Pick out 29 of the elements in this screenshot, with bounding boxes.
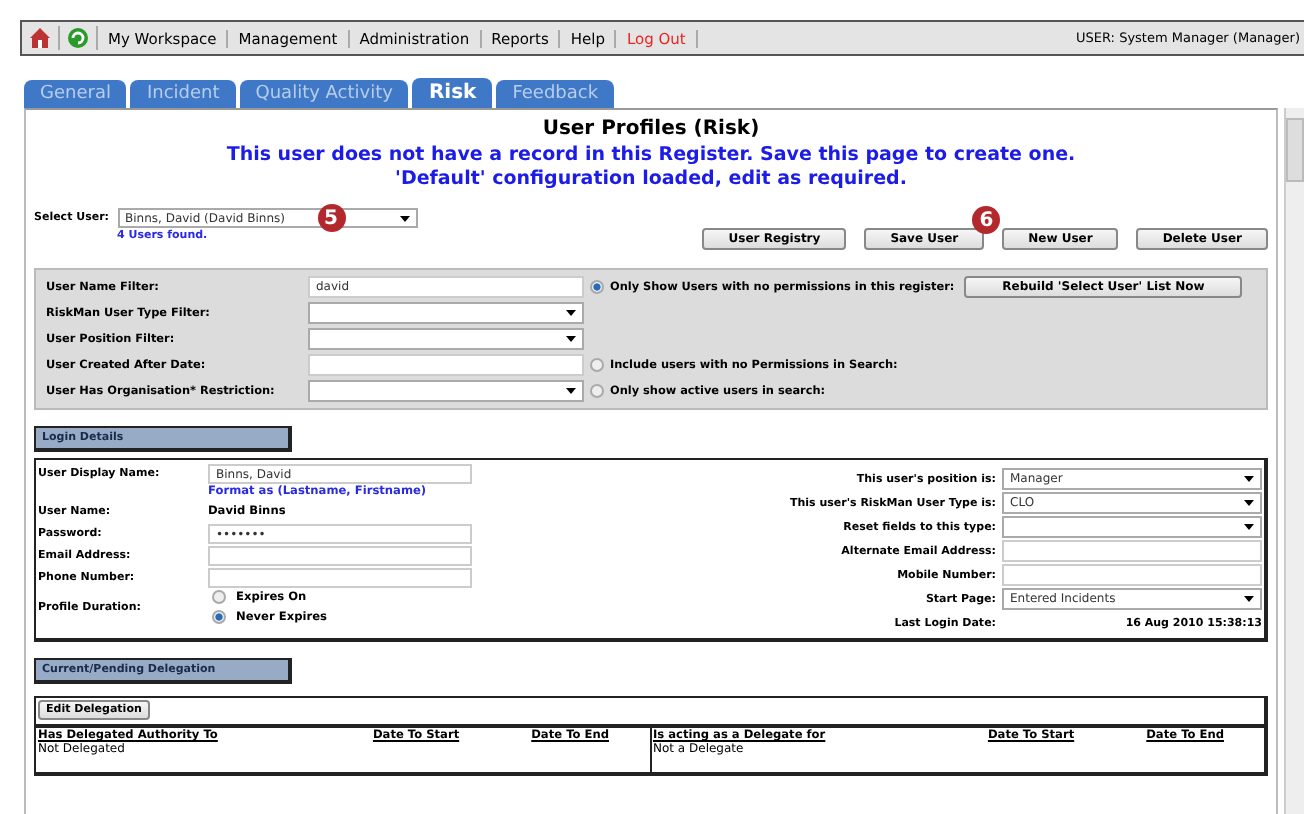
- dropdown-caret-icon: [1244, 476, 1254, 482]
- dropdown-caret-icon: [1244, 524, 1254, 530]
- radio-button[interactable]: [590, 358, 604, 372]
- dropdown[interactable]: [308, 328, 584, 350]
- radio-button[interactable]: [590, 280, 604, 294]
- input-field[interactable]: [208, 568, 472, 588]
- dropdown-caret-icon: [1244, 596, 1254, 602]
- radio-button[interactable]: [212, 590, 226, 604]
- page-title: User Profiles (Risk): [540, 118, 762, 144]
- dropdown[interactable]: [308, 302, 584, 324]
- input-field[interactable]: [308, 354, 584, 376]
- dropdown[interactable]: [1002, 516, 1262, 538]
- radio-button[interactable]: [212, 610, 226, 624]
- dropdown[interactable]: [308, 380, 584, 402]
- input-field[interactable]: [1002, 564, 1262, 586]
- input-field[interactable]: [1002, 540, 1262, 562]
- notice-text: 'Default' configuration loaded, edit as required.: [393, 168, 909, 192]
- callout-badge: 6: [972, 206, 1001, 234]
- dropdown-caret-icon: [566, 310, 576, 316]
- notice-text: This user does not have a record in this Register. Save this page to create one.: [224, 144, 1078, 168]
- radio-button[interactable]: [590, 384, 604, 398]
- dropdown-caret-icon: [399, 215, 409, 221]
- scrollbar[interactable]: [1284, 108, 1304, 814]
- input-field[interactable]: [208, 546, 472, 566]
- dropdown-caret-icon: [566, 336, 576, 342]
- dropdown-caret-icon: [1244, 500, 1254, 506]
- callout-badge: 5: [317, 204, 345, 232]
- dropdown-caret-icon: [566, 388, 576, 394]
- tab[interactable]: Risk: [412, 78, 493, 108]
